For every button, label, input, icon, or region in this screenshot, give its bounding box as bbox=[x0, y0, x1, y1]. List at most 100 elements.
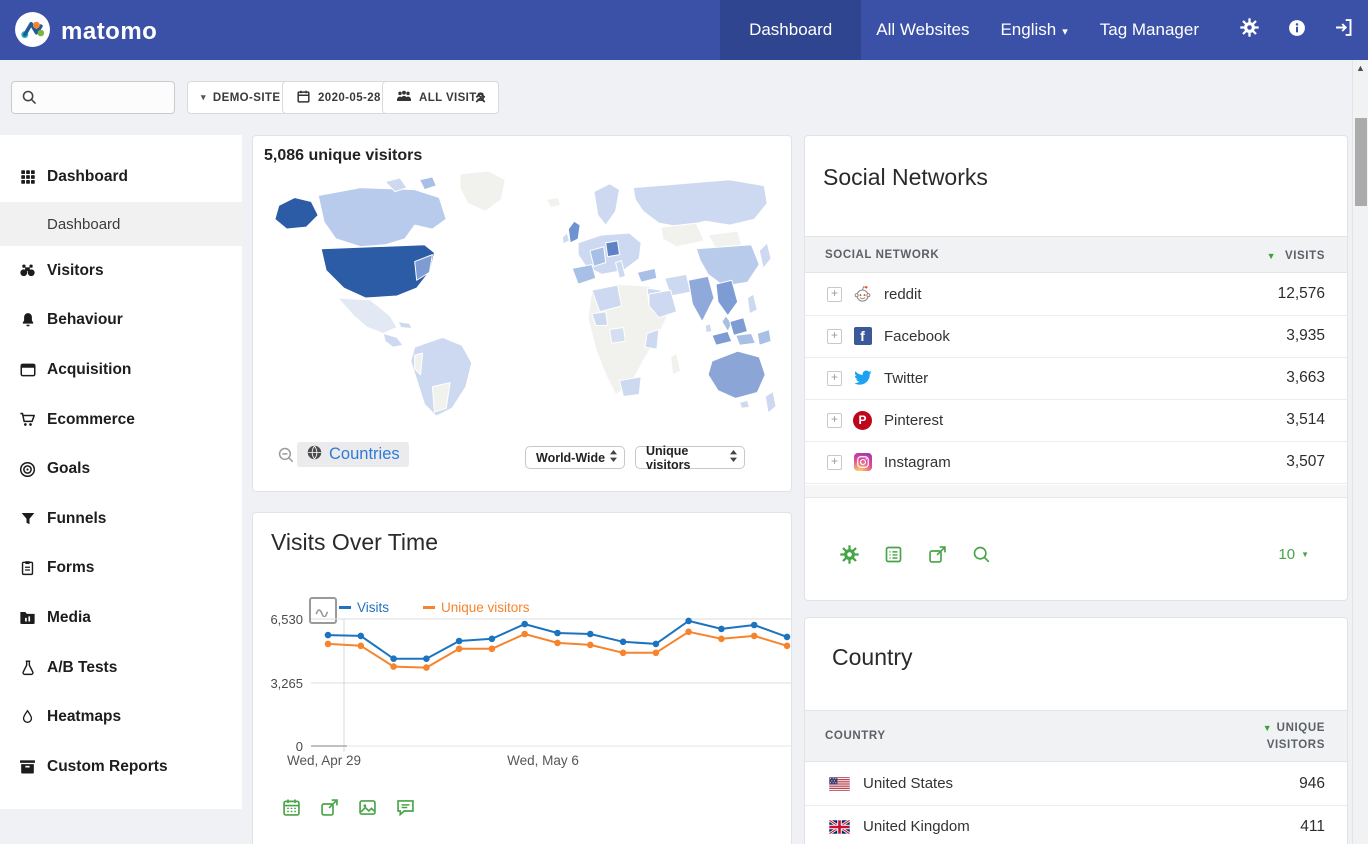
sidebar-item-visitors[interactable]: Visitors bbox=[0, 246, 242, 296]
row-label: reddit bbox=[884, 286, 922, 303]
expand-plus-icon[interactable]: + bbox=[827, 329, 842, 344]
date-range-button[interactable]: 2020-05-28 bbox=[282, 81, 395, 114]
sidebar-subitem-label: Dashboard bbox=[47, 216, 120, 233]
social-footer-icons bbox=[839, 544, 992, 565]
table-row-facebook[interactable]: + f Facebook 3,935 bbox=[805, 315, 1347, 358]
sidebar-item-forms[interactable]: Forms bbox=[0, 544, 242, 594]
sidebar-item-custom-reports[interactable]: Custom Reports bbox=[0, 742, 242, 792]
country-widget-title: Country bbox=[832, 644, 913, 671]
caret-down-icon: ▾ bbox=[201, 92, 206, 103]
matomo-logo[interactable]: matomo bbox=[14, 11, 157, 53]
table-row-united-kingdom[interactable]: United Kingdom 411 bbox=[805, 805, 1347, 844]
sidebar-item-label: Funnels bbox=[47, 510, 106, 528]
search-icon[interactable] bbox=[971, 544, 992, 565]
site-selector-button[interactable]: ▾ DEMO-SITE bbox=[187, 81, 294, 114]
table-row-instagram[interactable]: + Instagram 3,507 bbox=[805, 441, 1347, 484]
expand-plus-icon[interactable]: + bbox=[827, 287, 842, 302]
annotation-icon[interactable] bbox=[395, 797, 416, 818]
uk-flag-icon bbox=[829, 820, 850, 834]
country-table-header: COUNTRY ▼UNIQUE VISITORS bbox=[805, 710, 1347, 762]
sidebar-item-dashboard[interactable]: Dashboard bbox=[0, 152, 242, 202]
map-region-select[interactable]: World-Wide bbox=[525, 446, 625, 469]
row-label: Instagram bbox=[884, 454, 951, 471]
brand-name: matomo bbox=[61, 18, 157, 46]
column-country: COUNTRY bbox=[825, 730, 886, 742]
search-box bbox=[11, 81, 175, 114]
countries-link[interactable]: Countries bbox=[297, 442, 409, 467]
caret-down-icon: ▾ bbox=[1062, 26, 1068, 38]
scroll-up-arrow-icon[interactable]: ▲ bbox=[1353, 63, 1368, 73]
row-value: 411 bbox=[1300, 818, 1325, 836]
expand-plus-icon[interactable]: + bbox=[827, 371, 842, 386]
calendar-icon[interactable] bbox=[281, 797, 302, 818]
world-map[interactable] bbox=[267, 168, 779, 424]
nav-tab-tag-manager[interactable]: Tag Manager bbox=[1100, 20, 1199, 40]
nav-language-dropdown[interactable]: English ▾ bbox=[1000, 20, 1067, 40]
sidebar-item-label: Acquisition bbox=[47, 361, 131, 379]
search-icon bbox=[21, 89, 38, 106]
row-value: 3,507 bbox=[1286, 453, 1325, 471]
expand-plus-icon[interactable]: + bbox=[827, 455, 842, 470]
sidebar-item-label: A/B Tests bbox=[47, 659, 117, 677]
sidebar-item-funnels[interactable]: Funnels bbox=[0, 494, 242, 544]
settings-gear-icon[interactable] bbox=[1239, 17, 1260, 43]
table-row-twitter[interactable]: + Twitter 3,663 bbox=[805, 357, 1347, 400]
vertical-scrollbar[interactable]: ▲ bbox=[1352, 60, 1368, 844]
sidebar-item-heatmaps[interactable]: Heatmaps bbox=[0, 692, 242, 742]
sidebar-item-acquisition[interactable]: Acquisition bbox=[0, 345, 242, 395]
nav-language-label: English bbox=[1000, 20, 1056, 39]
sidebar-subitem-dashboard-active[interactable]: Dashboard bbox=[0, 202, 242, 246]
sidebar-item-label: Heatmaps bbox=[47, 708, 121, 726]
social-table-header: SOCIAL NETWORK ▼ VISITS bbox=[805, 236, 1347, 273]
media-folder-icon bbox=[18, 608, 37, 627]
table-row-pinterest[interactable]: + P Pinterest 3,514 bbox=[805, 399, 1347, 442]
row-limit-selector[interactable]: 10 ▼ bbox=[1278, 546, 1309, 563]
row-label: United States bbox=[863, 775, 953, 792]
gear-icon[interactable] bbox=[839, 544, 860, 565]
map-metric-select[interactable]: Unique visitors bbox=[635, 446, 745, 469]
expand-plus-icon[interactable]: + bbox=[827, 413, 842, 428]
visits-chart-svg bbox=[253, 603, 793, 778]
sidebar-item-label: Visitors bbox=[47, 262, 104, 280]
table-view-icon[interactable] bbox=[883, 544, 904, 565]
column-unique-visitors-sort[interactable]: ▼UNIQUE VISITORS bbox=[1263, 719, 1325, 753]
sidebar-item-ecommerce[interactable]: Ecommerce bbox=[0, 395, 242, 445]
users-segment-icon bbox=[396, 89, 412, 106]
export-icon[interactable] bbox=[319, 797, 340, 818]
sidebar-item-media[interactable]: Media bbox=[0, 593, 242, 643]
updown-arrows-icon bbox=[610, 450, 617, 465]
image-export-icon[interactable] bbox=[357, 797, 378, 818]
map-metric-value: Unique visitors bbox=[646, 444, 730, 472]
column-visits-sort[interactable]: ▼ VISITS bbox=[1267, 246, 1325, 264]
help-info-icon[interactable] bbox=[1287, 18, 1307, 43]
navbar-menu: Dashboard All Websites English ▾ Tag Mana… bbox=[720, 0, 1368, 60]
calendar-icon bbox=[296, 89, 311, 107]
collapse-chevrons-icon[interactable] bbox=[472, 88, 489, 111]
nav-tab-all-websites[interactable]: All Websites bbox=[876, 20, 969, 40]
sign-in-icon[interactable] bbox=[1333, 17, 1354, 43]
zoom-out-icon[interactable] bbox=[277, 446, 296, 470]
clipboard-icon bbox=[18, 559, 37, 578]
scrollbar-thumb[interactable] bbox=[1355, 118, 1367, 206]
social-networks-widget: Social Networks SOCIAL NETWORK ▼ VISITS … bbox=[804, 135, 1348, 601]
sidebar-item-goals[interactable]: Goals bbox=[0, 444, 242, 494]
table-row-united-states[interactable]: United States 946 bbox=[805, 762, 1347, 806]
search-input[interactable] bbox=[44, 89, 174, 106]
shopping-cart-icon bbox=[18, 410, 37, 429]
row-value: 3,514 bbox=[1286, 411, 1325, 429]
sidebar-item-ab-tests[interactable]: A/B Tests bbox=[0, 643, 242, 693]
funnel-icon bbox=[18, 509, 37, 528]
sidebar-item-label: Behaviour bbox=[47, 311, 123, 329]
sidebar-item-label: Forms bbox=[47, 559, 94, 577]
dashboard-grid-icon bbox=[18, 168, 37, 187]
row-label: Pinterest bbox=[884, 412, 943, 429]
sort-desc-icon: ▼ bbox=[1267, 251, 1276, 261]
export-icon[interactable] bbox=[927, 544, 948, 565]
table-row-reddit[interactable]: + reddit 12,576 bbox=[805, 273, 1347, 316]
x-axis-tick: Wed, Apr 29 bbox=[269, 753, 379, 768]
nav-tab-dashboard[interactable]: Dashboard bbox=[720, 0, 861, 60]
sidebar-item-behaviour[interactable]: Behaviour bbox=[0, 296, 242, 346]
country-widget: Country COUNTRY ▼UNIQUE VISITORS bbox=[804, 617, 1348, 844]
report-box-icon bbox=[18, 757, 37, 776]
row-value: 946 bbox=[1299, 775, 1325, 793]
